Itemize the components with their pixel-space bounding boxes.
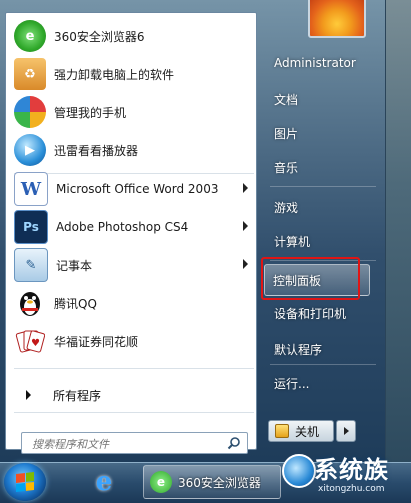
program-label: Adobe Photoshop CS4 [56, 220, 189, 234]
browser-360-icon: e [14, 20, 46, 52]
watermark: 系统族 xitongzhu.com [278, 448, 411, 502]
program-label: 管理我的手机 [54, 105, 127, 120]
program-word-2003[interactable]: W Microsoft Office Word 2003 [10, 170, 254, 208]
photoshop-icon: Ps [14, 210, 48, 244]
start-button[interactable] [4, 463, 46, 501]
program-uninstaller[interactable]: ♻ 强力卸载电脑上的软件 [10, 55, 254, 93]
search-icon[interactable] [227, 436, 241, 453]
menu-separator [14, 412, 254, 413]
program-tonghuashun[interactable]: ♥ 华福证券同花顺 [10, 322, 254, 360]
shield-icon [275, 424, 289, 438]
program-label: 迅雷看看播放器 [54, 143, 139, 158]
word-icon: W [14, 172, 48, 206]
program-label: Microsoft Office Word 2003 [56, 182, 219, 196]
program-qq[interactable]: 腾讯QQ [10, 284, 254, 322]
right-item-label: 设备和打印机 [274, 306, 347, 321]
browser-360-icon: e [150, 471, 172, 493]
right-item-computer[interactable]: 计算机 [266, 226, 378, 256]
program-label: 腾讯QQ [54, 296, 97, 311]
right-item-label: Administrator [274, 56, 356, 70]
right-item-documents[interactable]: 文档 [266, 84, 378, 114]
expand-arrow-icon [26, 390, 31, 400]
user-folder-administrator[interactable]: Administrator [266, 48, 378, 78]
taskbar-360-browser-button[interactable]: e 360安全浏览器 [143, 465, 281, 499]
shutdown-button[interactable]: 关机 [268, 420, 334, 442]
all-programs-button[interactable]: 所有程序 [10, 380, 254, 410]
chevron-right-icon [344, 427, 349, 435]
shutdown-options-button[interactable] [336, 420, 356, 442]
shutdown-label: 关机 [295, 424, 320, 439]
submenu-arrow-icon[interactable] [243, 221, 248, 231]
right-item-label: 默认程序 [274, 342, 323, 357]
svg-text:♥: ♥ [31, 338, 40, 349]
program-label: 360安全浏览器6 [54, 29, 145, 44]
start-menu: e 360安全浏览器6 ♻ 强力卸载电脑上的软件 管理我的手机 ▶ 迅雷看看播放… [0, 0, 386, 462]
program-360-browser[interactable]: e 360安全浏览器6 [10, 17, 254, 55]
notepad-icon: ✎ [14, 248, 48, 282]
program-label: 强力卸载电脑上的软件 [54, 67, 175, 82]
right-item-label: 计算机 [274, 234, 311, 249]
right-item-label: 文档 [274, 92, 299, 107]
program-phone-manager[interactable]: 管理我的手机 [10, 93, 254, 131]
submenu-arrow-icon[interactable] [243, 183, 248, 193]
xunlei-player-icon: ▶ [14, 134, 46, 166]
all-programs-label: 所有程序 [53, 388, 102, 403]
search-box[interactable] [21, 432, 248, 454]
taskbar-ie-button[interactable]: e [84, 465, 124, 499]
desktop-wallpaper [386, 0, 411, 462]
right-item-music[interactable]: 音乐 [266, 152, 378, 182]
right-item-control-panel[interactable]: 控制面板 [264, 264, 370, 296]
watermark-logo-icon [282, 454, 316, 488]
uninstall-box-icon: ♻ [14, 58, 46, 90]
right-item-default-programs[interactable]: 默认程序 [266, 334, 378, 364]
menu-separator [14, 368, 254, 369]
menu-separator [270, 364, 376, 365]
program-photoshop-cs4[interactable]: Ps Adobe Photoshop CS4 [10, 208, 254, 246]
right-item-label: 音乐 [274, 160, 299, 175]
watermark-title: 系统族 [314, 456, 389, 484]
phone-manager-icon [14, 96, 46, 128]
right-item-label: 运行... [274, 376, 310, 391]
start-menu-programs-panel: e 360安全浏览器6 ♻ 强力卸载电脑上的软件 管理我的手机 ▶ 迅雷看看播放… [5, 12, 257, 454]
menu-separator [270, 186, 376, 187]
user-avatar-icon[interactable] [308, 0, 366, 38]
right-item-pictures[interactable]: 图片 [266, 118, 378, 148]
search-input[interactable] [30, 434, 224, 454]
internet-explorer-icon: e [95, 467, 113, 497]
right-item-label: 游戏 [274, 200, 299, 215]
right-item-label: 控制面板 [273, 273, 322, 288]
program-xunlei-player[interactable]: ▶ 迅雷看看播放器 [10, 131, 254, 169]
right-item-label: 图片 [274, 126, 299, 141]
program-notepad[interactable]: ✎ 记事本 [10, 246, 254, 284]
right-item-run[interactable]: 运行... [266, 368, 378, 398]
menu-separator [270, 260, 376, 261]
submenu-arrow-icon[interactable] [243, 259, 248, 269]
right-item-devices-printers[interactable]: 设备和打印机 [266, 298, 378, 328]
windows-logo-icon [16, 472, 34, 492]
program-label: 华福证券同花顺 [54, 334, 139, 349]
qq-penguin-icon [14, 287, 46, 319]
right-item-games[interactable]: 游戏 [266, 192, 378, 222]
taskbar-app-label: 360安全浏览器 [178, 475, 261, 490]
cards-icon: ♥ [14, 325, 46, 357]
watermark-url: xitongzhu.com [318, 484, 385, 494]
program-label: 记事本 [56, 258, 93, 273]
